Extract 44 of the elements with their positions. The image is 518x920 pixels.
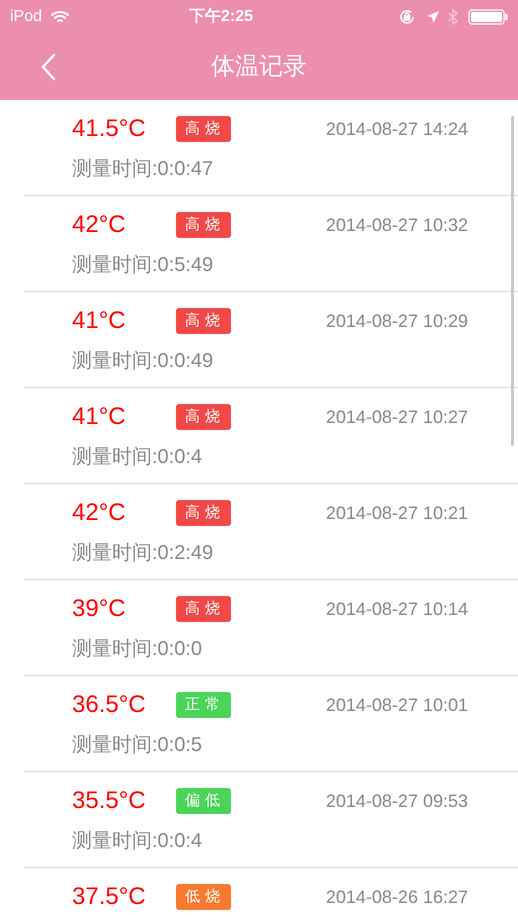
status-tag: 高烧 [176,308,231,334]
measurement-duration: 测量时间:0:0:0 [72,637,202,662]
record-datetime: 2014-08-27 10:14 [326,598,468,620]
carrier-label: iPod [10,7,42,27]
page-title: 体温记录 [211,52,307,82]
bluetooth-icon [448,9,458,25]
status-tag: 偏低 [176,788,231,814]
temperature-reading: 37.5°C [72,882,147,912]
record-datetime: 2014-08-27 14:24 [326,118,468,140]
temperature-reading: 41°C [72,306,127,336]
temperature-reading: 39°C [72,594,127,624]
temperature-reading: 42°C [72,210,127,240]
temperature-reading: 36.5°C [72,690,147,720]
record-datetime: 2014-08-27 10:32 [326,214,468,236]
measurement-duration: 测量时间:0:0:4 [72,445,202,470]
record-datetime: 2014-08-26 16:27 [326,886,468,908]
status-tag: 高烧 [176,116,231,142]
record-datetime: 2014-08-27 10:01 [326,694,468,716]
status-tag: 高烧 [176,212,231,238]
clock-time: 下午2:25 [189,6,254,27]
measurement-duration: 测量时间:0:2:49 [72,541,214,566]
status-tag: 高烧 [176,500,231,526]
temperature-reading: 41°C [72,402,127,432]
location-arrow-icon [426,10,440,24]
measurement-duration: 测量时间:0:0:47 [72,157,214,182]
measurement-duration: 测量时间:0:5:49 [72,253,214,278]
rotation-lock-icon [398,8,416,26]
record-datetime: 2014-08-27 10:21 [326,502,468,524]
chevron-left-icon [40,53,56,81]
status-tag: 高烧 [176,404,231,430]
battery-icon [468,9,508,25]
status-tag: 高烧 [176,596,231,622]
status-tag: 低烧 [176,884,231,910]
measurement-duration: 测量时间:0:0:5 [72,733,202,758]
record-datetime: 2014-08-27 10:29 [326,310,468,332]
wifi-icon [50,10,70,24]
temperature-reading: 41.5°C [72,114,147,144]
temperature-reading: 42°C [72,498,127,528]
record-datetime: 2014-08-27 09:53 [326,790,468,812]
status-tag: 正常 [176,692,231,718]
temperature-reading: 35.5°C [72,786,147,816]
measurement-duration: 测量时间:0:0:4 [72,829,202,854]
record-datetime: 2014-08-27 10:27 [326,406,468,428]
measurement-duration: 测量时间:0:0:49 [72,349,214,374]
